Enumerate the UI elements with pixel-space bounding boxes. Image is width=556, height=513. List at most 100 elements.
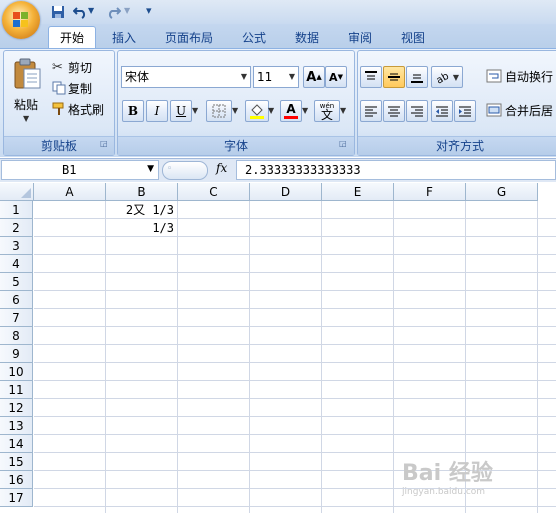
font-size-combo[interactable]: 11 ▼ [253,66,299,88]
decrease-indent-icon [436,106,448,117]
orientation-button[interactable]: ab ▼ [431,66,463,88]
align-left-icon [365,106,377,117]
undo-dropdown-icon[interactable]: ▼ [88,6,94,15]
fill-color-dropdown-icon[interactable]: ▼ [268,106,274,115]
select-all-button[interactable] [0,183,34,201]
row-header-15[interactable]: 15 [0,453,33,471]
row-gridline [34,254,556,255]
font-group-title: 字体 [118,136,354,155]
decrease-indent-button[interactable] [431,100,453,122]
phonetic-dropdown-icon[interactable]: ▼ [340,106,346,115]
cell-b2[interactable]: 1/3 [106,219,178,237]
row-header-16[interactable]: 16 [0,471,33,489]
cut-button[interactable]: ✂ 剪切 [52,58,92,76]
shrink-font-button[interactable]: A ▼ [325,66,347,88]
column-header-b[interactable]: B [106,183,178,201]
font-size-value: 11 [257,70,273,84]
font-size-dropdown-icon[interactable]: ▼ [289,67,295,87]
merge-center-button[interactable]: 合并后居 [486,100,553,120]
grow-font-button[interactable]: A ▲ [303,66,325,88]
align-center-button[interactable] [383,100,405,122]
tab-page-layout[interactable]: 页面布局 [158,28,220,48]
phonetic-button[interactable]: wén 文 [314,100,340,122]
office-button[interactable] [2,1,40,39]
tab-insert[interactable]: 插入 [104,28,144,48]
underline-button[interactable]: U [170,100,192,122]
copy-button[interactable]: 复制 [52,79,92,97]
row-header-2[interactable]: 2 [0,219,33,237]
row-gridline [34,362,556,363]
tab-home[interactable]: 开始 [48,26,96,49]
underline-dropdown-icon[interactable]: ▼ [192,106,198,115]
copy-label: 复制 [68,81,93,96]
tab-formulas[interactable]: 公式 [234,28,274,48]
office-logo-icon [13,12,28,27]
row-header-7[interactable]: 7 [0,309,33,327]
clipboard-group-title: 剪贴板 [4,136,114,155]
italic-button[interactable]: I [146,100,168,122]
watermark-sub: jingyan.baidu.com [402,487,486,497]
column-header-d[interactable]: D [250,183,322,201]
font-color-button[interactable]: A [280,100,302,122]
row-header-3[interactable]: 3 [0,237,33,255]
row-header-10[interactable]: 10 [0,363,33,381]
align-middle-button[interactable] [383,66,405,88]
paste-button[interactable]: 粘贴 ▼ [8,56,46,128]
row-header-6[interactable]: 6 [0,291,33,309]
font-name-combo[interactable]: 宋体 ▼ [121,66,251,88]
orientation-dropdown-icon[interactable]: ▼ [453,73,459,82]
redo-dropdown-icon[interactable]: ▼ [124,6,130,15]
shrink-font-label: A [329,70,338,84]
formula-input[interactable]: 2.33333333333333 [236,160,556,180]
tab-data[interactable]: 数据 [286,28,328,48]
borders-button[interactable] [206,100,232,122]
column-header-c[interactable]: C [178,183,250,201]
cell-b1[interactable]: 2又 1/3 [106,201,178,219]
align-right-button[interactable] [406,100,428,122]
row-header-4[interactable]: 4 [0,255,33,273]
row-gridline [34,344,556,345]
redo-icon[interactable] [106,4,122,20]
row-gridline [34,308,556,309]
name-box-dropdown-icon[interactable]: ▼ [147,164,154,174]
row-header-5[interactable]: 5 [0,273,33,291]
name-box[interactable]: B1 ▼ [1,160,159,180]
row-header-17[interactable]: 17 [0,489,33,507]
save-icon[interactable] [50,4,66,20]
undo-icon[interactable] [72,4,88,20]
row-header-8[interactable]: 8 [0,327,33,345]
column-gridline [393,201,394,513]
paste-dropdown-icon[interactable]: ▼ [23,114,29,123]
formula-expand-handle[interactable]: ◦ [162,161,208,180]
fill-color-button[interactable] [245,100,269,122]
row-header-9[interactable]: 9 [0,345,33,363]
select-all-triangle-icon [21,188,31,198]
row-header-11[interactable]: 11 [0,381,33,399]
font-launcher-icon[interactable]: ◲ [339,139,347,148]
increase-indent-button[interactable] [454,100,476,122]
row-header-1[interactable]: 1 [0,201,33,219]
customize-qat-icon[interactable]: ▾ [146,4,152,17]
font-name-dropdown-icon[interactable]: ▼ [241,67,247,87]
font-color-dropdown-icon[interactable]: ▼ [302,106,308,115]
format-painter-button[interactable]: 格式刷 [52,100,104,118]
align-top-button[interactable] [360,66,382,88]
tab-review[interactable]: 审阅 [340,28,380,48]
wrap-text-button[interactable]: 自动换行 [486,66,553,86]
column-header-e[interactable]: E [322,183,394,201]
bold-button[interactable]: B [122,100,144,122]
insert-function-button[interactable]: fx [216,161,227,175]
align-bottom-button[interactable] [406,66,428,88]
column-header-a[interactable]: A [34,183,106,201]
alignment-group-title: 对齐方式 [358,136,556,155]
borders-dropdown-icon[interactable]: ▼ [232,106,238,115]
clipboard-launcher-icon[interactable]: ◲ [100,139,108,148]
row-header-13[interactable]: 13 [0,417,33,435]
column-header-f[interactable]: F [394,183,466,201]
row-header-12[interactable]: 12 [0,399,33,417]
tab-view[interactable]: 视图 [392,28,434,48]
row-gridline [34,290,556,291]
row-header-14[interactable]: 14 [0,435,33,453]
align-left-button[interactable] [360,100,382,122]
column-header-g[interactable]: G [466,183,538,201]
